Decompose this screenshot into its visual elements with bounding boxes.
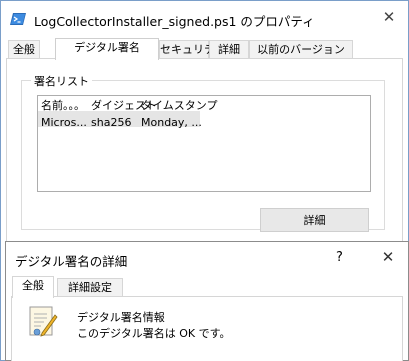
tab-digital-signatures[interactable]: デジタル署名 <box>55 38 159 60</box>
powershell-script-icon <box>10 13 26 25</box>
signer-name: Micros... <box>41 116 87 129</box>
signature-info-heading: デジタル署名情報 <box>77 311 165 324</box>
signature-list-label: 署名リスト <box>31 73 92 89</box>
window-title: LogCollectorInstaller_signed.ps1 のプロパティ <box>34 14 315 29</box>
digest-algorithm: sha256 <box>91 116 132 129</box>
tab-general[interactable]: 全般 <box>12 276 54 298</box>
tab-security[interactable]: セキュリティ <box>159 40 225 59</box>
close-icon[interactable]: ✕ <box>378 247 398 267</box>
tab-advanced[interactable]: 詳細設定 <box>57 278 123 297</box>
signature-status-text: このデジタル署名は OK です。 <box>77 327 231 340</box>
close-icon[interactable]: ✕ <box>380 8 398 26</box>
tab-general[interactable]: 全般 <box>8 40 40 59</box>
tab-details[interactable]: 詳細 <box>209 40 249 59</box>
tab-previous-versions[interactable]: 以前のバージョン <box>249 40 353 59</box>
certificate-document-icon <box>29 306 58 337</box>
help-button[interactable]: ? <box>336 250 343 265</box>
dialog-title: デジタル署名の詳細 <box>15 254 128 269</box>
details-button[interactable]: 詳細 <box>260 208 369 232</box>
timestamp: Monday, ... <box>141 116 202 129</box>
